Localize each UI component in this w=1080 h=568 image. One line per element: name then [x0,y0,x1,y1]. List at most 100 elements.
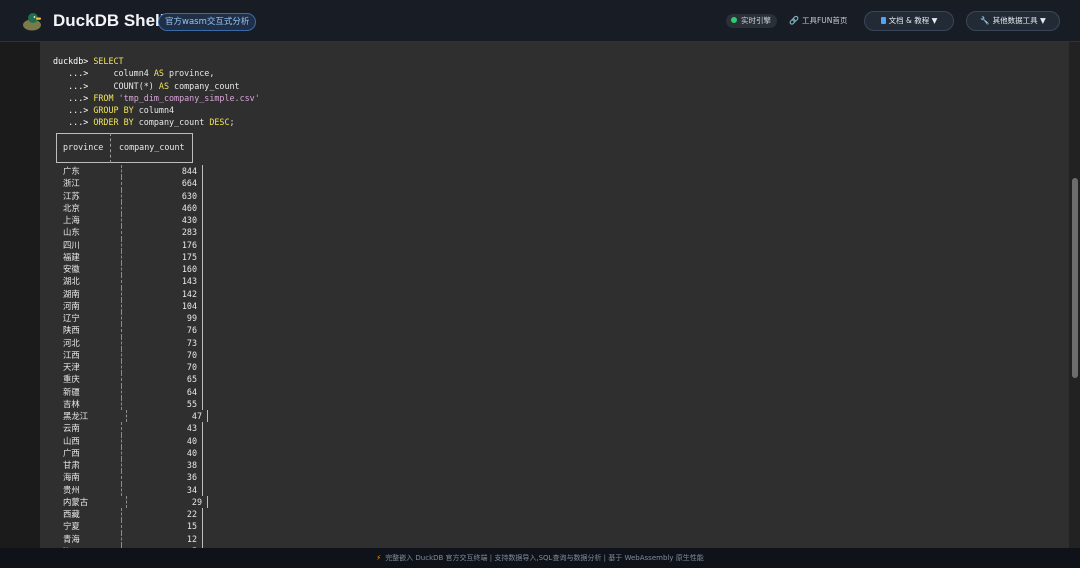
table-border [202,250,203,263]
company-count-cell: 175 [181,251,197,262]
table-border [202,434,203,447]
company-count-cell: 76 [186,325,197,336]
company-count-cell: 99 [186,313,197,323]
company-count-cell: 104 [181,300,197,311]
table-row: 新疆 64 [40,385,340,398]
province-cell: 广东 [63,166,80,176]
company-count-cell: 40 [186,447,197,458]
table-border [202,361,203,374]
fun-home-link[interactable]: 🔗 工具FUN首页 [789,14,847,28]
company-count-cell: 70 [186,362,197,372]
table-border [202,238,203,251]
table-border [202,189,203,202]
province-cell: 山东 [63,227,80,238]
table-border [202,299,203,312]
company-count-cell: 430 [181,215,197,225]
province-cell: 贵州 [63,484,80,495]
table-border [202,263,203,276]
column-divider [121,214,122,227]
column-divider [121,287,122,300]
company-count-cell: 55 [186,398,197,409]
column-divider [126,495,127,508]
table-border [202,287,203,300]
company-count-cell: 64 [186,386,197,397]
column-divider [121,361,122,374]
footer-text: 完整嵌入 DuckDB 官方交互终端 | 支持数据导入,SQL查询与数据分析 |… [385,554,704,562]
province-cell: 新疆 [63,386,80,397]
column-divider [121,373,122,386]
column-divider [121,299,122,312]
table-border [202,201,203,214]
terminal-scrollbar-thumb[interactable] [1072,178,1078,378]
company-count-cell: 47 [191,411,202,421]
province-cell: 青海 [63,533,80,544]
sql-keyword: AS [153,68,164,79]
app-title: DuckDB Shell [53,11,165,30]
province-cell: 重庆 [63,374,80,385]
table-row: 河北 73 [40,336,340,349]
sql-keyword: ORDER BY [93,117,134,128]
province-cell: 陕西 [63,325,80,336]
province-cell: 上海 [63,215,80,225]
company-count-cell: 460 [181,202,197,213]
company-count-cell: 65 [186,374,197,385]
duckdb-terminal[interactable]: duckdb> SELECT ...> column4 AS province,… [40,42,1069,548]
app-footer: ⚡ 完整嵌入 DuckDB 官方交互终端 | 支持数据导入,SQL查询与数据分析 … [0,548,1080,568]
tools-button-label: 其他数据工具 ▼ [992,16,1046,25]
company-count-cell: 143 [181,276,197,287]
table-row: 海南 36 [40,471,340,484]
province-cell: 福建 [63,251,80,262]
column-divider [121,275,122,288]
province-cell: 河南 [63,300,80,311]
table-row: 四川 176 [40,238,340,251]
company-count-cell: 160 [181,264,197,274]
engine-status-label: 实时引擎 [741,16,771,25]
province-cell: 海南 [63,472,80,483]
table-border [202,177,203,190]
table-row: 辽宁 99 [40,312,340,325]
table-row: 安徽 160 [40,263,340,276]
continuation-prompt: ...> [53,68,94,79]
table-row: 湖南 142 [40,287,340,300]
table-border [202,422,203,435]
sql-text: company_count [133,117,210,128]
sql-text: province, [163,68,215,79]
table-row: 湖北 143 [40,275,340,288]
table-row: 广东 844 [40,165,340,178]
company-count-cell: 70 [186,349,197,360]
company-count-cell: 664 [181,178,197,189]
tools-dropdown-button[interactable]: 🔧 其他数据工具 ▼ [966,11,1060,31]
province-cell: 湖南 [63,288,80,299]
query-line: ...> FROM 'tmp_dim_company_simple.csv' [53,92,260,104]
company-count-cell: 38 [186,460,197,470]
duck-logo-icon[interactable] [21,10,43,32]
table-border [202,385,203,398]
province-cell: 宁夏 [63,521,80,532]
table-row: 上海 430 [40,214,340,227]
table-row: 山西 40 [40,434,340,447]
table-row: 云南 43 [40,422,340,435]
province-cell: 黑龙江 [63,411,89,421]
company-count-cell: 142 [181,288,197,299]
sql-query-block: duckdb> SELECT ...> column4 AS province,… [53,55,260,129]
column-divider [121,434,122,447]
docs-dropdown-button[interactable]: 文档 & 教程 ▼ [864,11,954,31]
table-border [202,165,203,178]
table-row: 浙江 664 [40,177,340,190]
table-border [202,532,203,545]
subtitle-badge: 官方wasm交互式分析 [158,13,257,31]
column-divider [121,324,122,337]
table-row: 山东 283 [40,226,340,239]
table-border [202,397,203,410]
company-count-cell: 34 [186,484,197,495]
table-row: 贵州 34 [40,483,340,496]
sql-text: column4 [93,68,154,79]
province-cell: 西藏 [63,509,80,519]
query-line: ...> COUNT(*) AS company_count [53,80,260,92]
query-line: ...> ORDER BY company_count DESC; [53,116,260,128]
table-row: 陕西 76 [40,324,340,337]
table-border [207,410,208,423]
fun-home-link-label: 工具FUN首页 [801,16,848,25]
column-divider [121,201,122,214]
table-row: 广西 40 [40,446,340,459]
